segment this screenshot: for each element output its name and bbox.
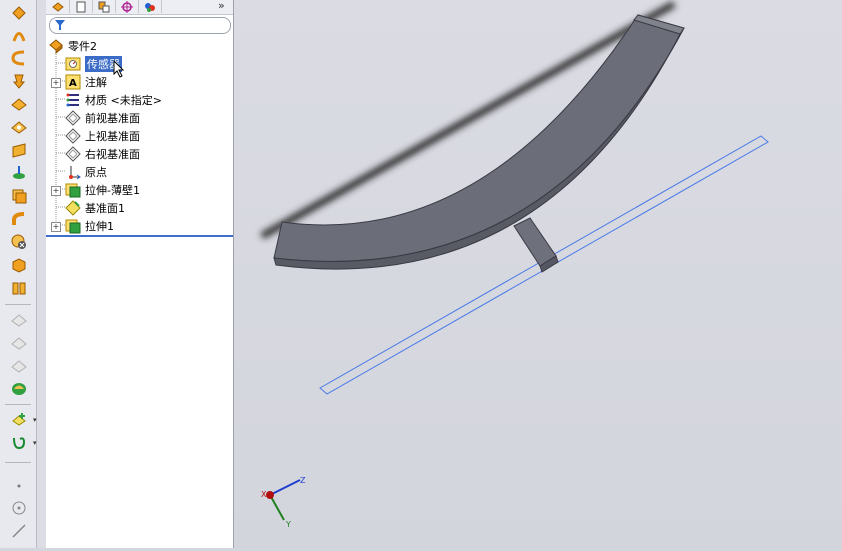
chamfer-icon[interactable]	[9, 117, 29, 137]
swept-boss-icon[interactable]	[9, 48, 29, 68]
tree-root-part[interactable]: 零件2	[48, 37, 97, 54]
tree-item-front-plane[interactable]: 前视基准面	[65, 109, 140, 126]
shell-icon[interactable]	[9, 186, 29, 206]
tab-feature-manager[interactable]	[47, 0, 70, 13]
dome-icon[interactable]	[9, 232, 29, 252]
extruded-boss-icon[interactable]	[9, 3, 29, 23]
tree-item-top-plane[interactable]: 上视基准面	[65, 127, 140, 144]
cut-extrude-icon	[9, 310, 29, 330]
rollback-bar[interactable]	[46, 235, 233, 237]
filter-icon	[55, 20, 65, 30]
model-view: Z Y X	[260, 0, 769, 529]
expand-extrude1-icon[interactable]: +	[51, 222, 61, 232]
expand-thin-extrude-icon[interactable]: +	[51, 186, 61, 196]
triad-z-label: Z	[300, 476, 306, 485]
features-toolbar: ▾ ▾	[0, 0, 37, 548]
svg-text:A: A	[69, 78, 77, 89]
expand-annotations-icon[interactable]: +	[51, 78, 61, 88]
tree-item-label: 右视基准面	[85, 147, 140, 161]
extrude-feature-icon	[65, 182, 81, 198]
plane-icon	[65, 109, 81, 126]
tab-property-manager[interactable]	[70, 0, 93, 13]
graphics-viewport[interactable]: Z Y X	[234, 0, 842, 548]
curves-icon[interactable]	[9, 433, 29, 453]
wrap-icon[interactable]	[9, 209, 29, 229]
tree-item-label: 上视基准面	[85, 129, 140, 143]
sensor-icon	[65, 56, 81, 72]
tree-item-label: 基准面1	[85, 201, 125, 215]
tree-item-label: 材质 <未指定>	[85, 93, 162, 107]
intersect-icon[interactable]	[9, 255, 29, 275]
surface-icon[interactable]	[9, 379, 29, 399]
tree-item-label: 前视基准面	[85, 111, 140, 125]
rib-icon[interactable]	[9, 140, 29, 160]
triad-y-label: Y	[285, 520, 291, 529]
view-triad: Z Y X	[261, 476, 306, 529]
sketch-point-icon[interactable]	[9, 476, 29, 496]
tree-item-plane1[interactable]: 基准面1	[65, 199, 125, 216]
tab-configuration-manager[interactable]	[93, 0, 116, 13]
part-icon	[48, 38, 64, 54]
triad-x-label: X	[261, 490, 267, 499]
panel-expand-icon[interactable]: »	[218, 0, 225, 12]
tab-dimxpert-manager[interactable]	[116, 0, 139, 13]
draft-icon[interactable]	[9, 163, 29, 183]
revolved-boss-icon[interactable]	[9, 25, 29, 45]
cut-sweep-icon	[9, 356, 29, 376]
tree-item-extrude1[interactable]: 拉伸1	[65, 217, 114, 234]
tree-item-label: 拉伸-薄壁1	[85, 183, 140, 197]
sketch-line-icon[interactable]	[9, 521, 29, 541]
tree-filter-input[interactable]	[49, 17, 231, 34]
cut-revolve-icon	[9, 333, 29, 353]
feature-manager-panel: » 零件2 传感器 + A 注解 材质 <未指定> 前视基准面 上视基准面 右视…	[46, 0, 234, 548]
panel-tabs: »	[46, 0, 233, 15]
mirror-icon[interactable]	[9, 278, 29, 298]
material-icon	[65, 92, 81, 108]
plane-icon	[65, 127, 81, 144]
tree-item-right-plane[interactable]: 右视基准面	[65, 145, 140, 162]
arc-body	[273, 14, 685, 262]
tab-display-manager[interactable]	[139, 0, 162, 13]
extrude-feature-icon	[65, 218, 81, 234]
tree-item-annotations[interactable]: A 注解	[65, 73, 107, 90]
mouse-cursor-icon	[113, 60, 125, 78]
tree-item-origin[interactable]: 原点	[65, 163, 107, 180]
origin-icon	[65, 164, 81, 180]
plane-icon	[65, 145, 81, 162]
tree-item-material[interactable]: 材质 <未指定>	[65, 91, 162, 108]
fillet-icon[interactable]	[9, 94, 29, 114]
tree-item-thin-extrude[interactable]: 拉伸-薄壁1	[65, 181, 140, 198]
tree-item-label: 原点	[85, 165, 107, 179]
tree-item-label: 拉伸1	[85, 219, 114, 233]
ref-plane-icon	[65, 199, 81, 216]
extrude-block	[513, 217, 557, 267]
tree-root-label: 零件2	[68, 39, 97, 53]
sketch-circle-icon[interactable]	[9, 498, 29, 518]
reference-geometry-icon[interactable]	[9, 410, 29, 430]
tree-item-label: 注解	[85, 75, 107, 89]
lofted-boss-icon[interactable]	[9, 71, 29, 91]
annotation-icon: A	[65, 74, 81, 90]
